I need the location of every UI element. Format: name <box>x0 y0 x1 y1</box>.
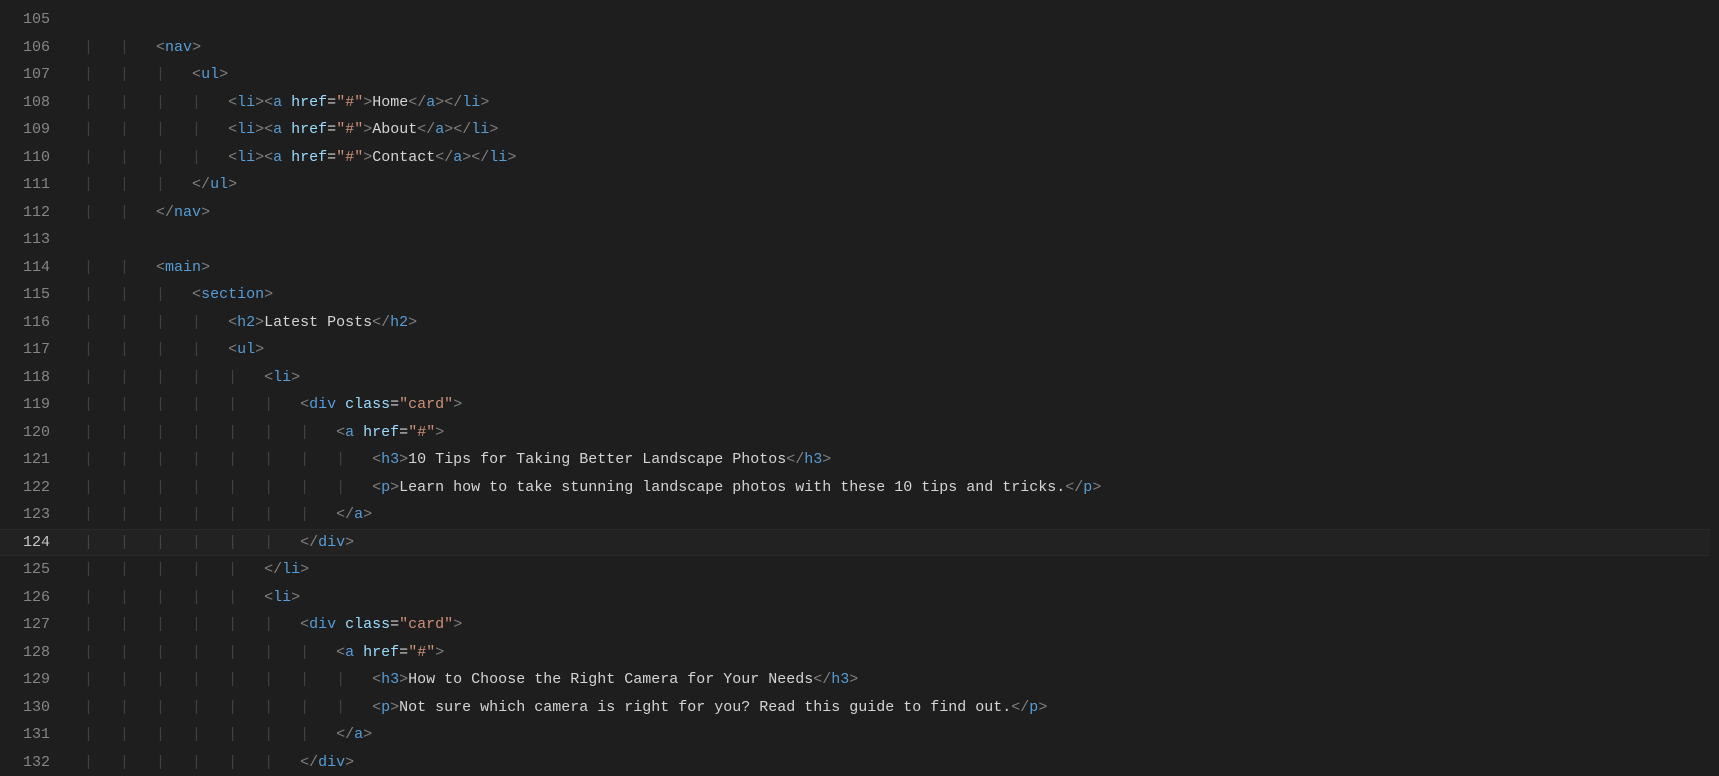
code-line[interactable]: | | | | | | | <a href="#"> <box>84 419 1710 447</box>
line-number: 130 <box>0 694 68 722</box>
line-number: 106 <box>0 34 68 62</box>
line-number: 122 <box>0 474 68 502</box>
code-line[interactable]: | | | | <li><a href="#">About</a></li> <box>84 116 1710 144</box>
line-number: 110 <box>0 144 68 172</box>
line-number: 126 <box>0 584 68 612</box>
code-line[interactable]: | | | | | </li> <box>84 556 1710 584</box>
line-number: 129 <box>0 666 68 694</box>
line-number: 109 <box>0 116 68 144</box>
code-line[interactable]: | | | <section> <box>84 281 1710 309</box>
line-number-gutter: 1051061071081091101111121131141151161171… <box>0 0 68 772</box>
line-number: 119 <box>0 391 68 419</box>
line-number: 127 <box>0 611 68 639</box>
code-line[interactable]: | | | | | | </div> <box>84 529 1710 557</box>
code-editor-area[interactable]: | | <nav>| | | <ul>| | | | <li><a href="… <box>68 0 1710 772</box>
code-line[interactable]: | | <main> <box>84 254 1710 282</box>
line-number: 118 <box>0 364 68 392</box>
line-number: 125 <box>0 556 68 584</box>
line-number: 111 <box>0 171 68 199</box>
code-line[interactable]: | | | | | | | | <p>Not sure which camera… <box>84 694 1710 722</box>
line-number: 105 <box>0 6 68 34</box>
line-number: 128 <box>0 639 68 667</box>
line-number: 123 <box>0 501 68 529</box>
line-number: 115 <box>0 281 68 309</box>
line-number: 108 <box>0 89 68 117</box>
code-line[interactable]: | | | | | <li> <box>84 584 1710 612</box>
code-line[interactable]: | | | | | | | | <p>Learn how to take stu… <box>84 474 1710 502</box>
minimap-scrollbar[interactable] <box>1710 0 1719 772</box>
code-line[interactable]: | | | | | | | </a> <box>84 721 1710 749</box>
code-line[interactable]: | | | | | | | <a href="#"> <box>84 639 1710 667</box>
code-line[interactable]: | | <nav> <box>84 34 1710 62</box>
code-line[interactable]: | | | | | <li> <box>84 364 1710 392</box>
line-number: 114 <box>0 254 68 282</box>
line-number: 117 <box>0 336 68 364</box>
line-number: 112 <box>0 199 68 227</box>
code-line[interactable]: | | | | <ul> <box>84 336 1710 364</box>
code-line[interactable]: | | | | | | | </a> <box>84 501 1710 529</box>
code-line[interactable]: | | | | | | <div class="card"> <box>84 611 1710 639</box>
code-line[interactable] <box>84 6 1710 34</box>
code-line[interactable]: | | | | <h2>Latest Posts</h2> <box>84 309 1710 337</box>
line-number: 116 <box>0 309 68 337</box>
code-line[interactable]: | | | | <li><a href="#">Home</a></li> <box>84 89 1710 117</box>
code-line[interactable]: | | | <ul> <box>84 61 1710 89</box>
line-number: 124 <box>0 529 68 557</box>
line-number: 121 <box>0 446 68 474</box>
code-line[interactable]: | | | | <li><a href="#">Contact</a></li> <box>84 144 1710 172</box>
code-line[interactable]: | | | | | | <div class="card"> <box>84 391 1710 419</box>
code-line[interactable]: | | | | | | | | <h3>10 Tips for Taking B… <box>84 446 1710 474</box>
code-line[interactable] <box>84 226 1710 254</box>
code-line[interactable]: | | | | | | | | <h3>How to Choose the Ri… <box>84 666 1710 694</box>
line-number: 120 <box>0 419 68 447</box>
code-line[interactable]: | | | </ul> <box>84 171 1710 199</box>
line-number: 107 <box>0 61 68 89</box>
code-line[interactable]: | | </nav> <box>84 199 1710 227</box>
line-number: 131 <box>0 721 68 749</box>
line-number: 113 <box>0 226 68 254</box>
